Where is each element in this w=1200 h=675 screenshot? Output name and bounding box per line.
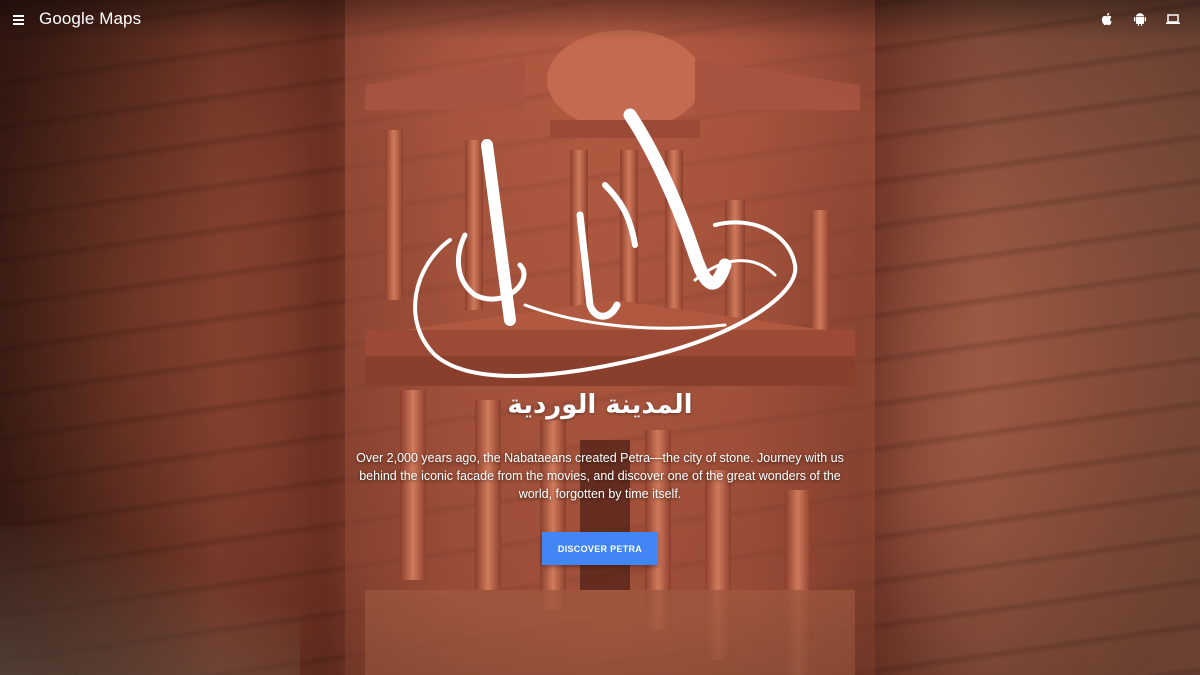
top-bar: Google Maps xyxy=(0,0,1200,40)
menu-icon[interactable] xyxy=(13,13,26,25)
brand-logo[interactable]: Google Maps xyxy=(39,9,141,29)
arabic-subtitle: المدينة الوردية xyxy=(507,390,693,420)
android-icon[interactable] xyxy=(1132,11,1148,27)
discover-petra-button[interactable]: DISCOVER PETRA xyxy=(542,532,658,565)
petra-landing-page: Google Maps المدينة الوردية Over 2,000 y… xyxy=(0,0,1200,675)
apple-icon[interactable] xyxy=(1099,11,1115,27)
arabic-calligraphy-artwork xyxy=(395,105,815,390)
intro-description: Over 2,000 years ago, the Nabataeans cre… xyxy=(356,451,844,501)
canyon-floor xyxy=(0,525,300,675)
laptop-icon[interactable] xyxy=(1165,11,1181,27)
canyon-wall-right xyxy=(860,0,1200,675)
